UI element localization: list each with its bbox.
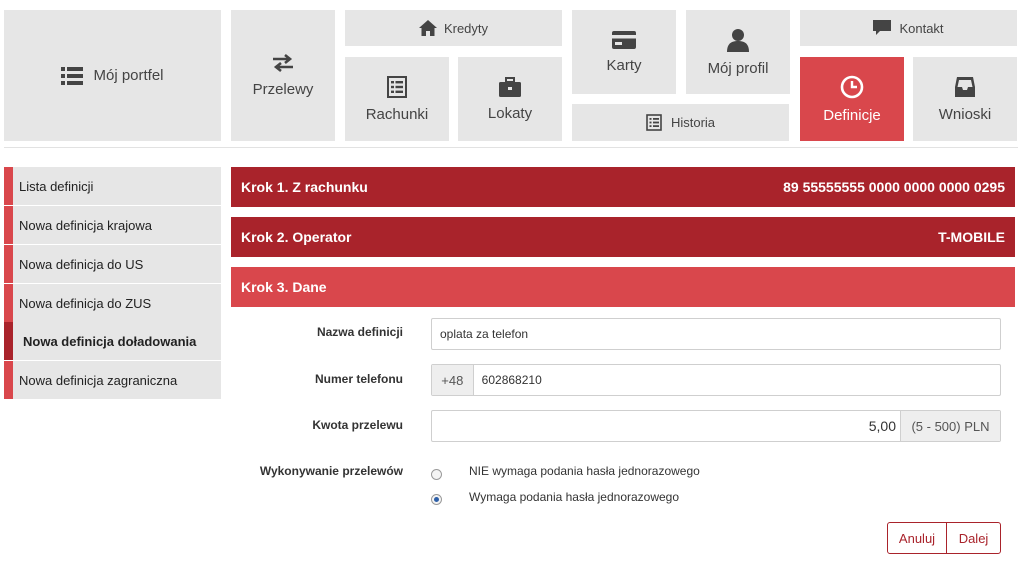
nav-label-wnioski: Wnioski: [938, 105, 992, 123]
sidebar-item-label: Nowa definicja doładowania: [23, 333, 197, 349]
nav-label-kontakt: Kontakt: [899, 20, 944, 36]
list-icon: [61, 66, 84, 85]
radio-otp[interactable]: [431, 494, 442, 505]
radio-otp-label[interactable]: Wymaga podania hasła jednorazowego: [469, 490, 679, 504]
nav-tile-portfel[interactable]: Mój portfel: [4, 10, 221, 141]
radio-no-otp[interactable]: [431, 469, 442, 480]
nav-tile-kredyty[interactable]: Kredyty: [345, 10, 562, 46]
sidebar-item-definicja-zagraniczna[interactable]: Nowa definicja zagraniczna: [4, 361, 221, 399]
step-1-title: Krok 1. Z rachunku: [241, 179, 368, 195]
inbox-icon: [954, 76, 976, 98]
nav-tile-lokaty[interactable]: Lokaty: [458, 57, 562, 141]
credit-card-icon: [612, 30, 636, 49]
sidebar-item-definicja-zus[interactable]: Nowa definicja do ZUS: [4, 284, 221, 322]
transfer-arrows-icon: [271, 53, 295, 73]
nav-tile-wnioski[interactable]: Wnioski: [913, 57, 1017, 141]
amount-label: Kwota przelewu: [312, 418, 403, 432]
next-button[interactable]: Dalej: [946, 522, 1001, 554]
clock-icon: [840, 75, 864, 99]
briefcase-icon: [499, 76, 521, 97]
nav-tile-kontakt[interactable]: Kontakt: [800, 10, 1017, 46]
execution-label: Wykonywanie przelewów: [259, 464, 403, 478]
sidebar-item-label: Lista definicji: [19, 178, 94, 194]
step-3-title: Krok 3. Dane: [241, 279, 327, 295]
sidebar-item-lista-definicji[interactable]: Lista definicji: [4, 167, 221, 205]
nav-tile-karty[interactable]: Karty: [572, 10, 676, 94]
nav-label-lokaty: Lokaty: [487, 104, 533, 122]
nav-label-definicje: Definicje: [823, 106, 881, 124]
history-list-icon: [646, 114, 662, 131]
cancel-button[interactable]: Anuluj: [887, 522, 947, 554]
sidebar-item-definicja-doladowania[interactable]: Nowa definicja doładowania: [4, 322, 221, 360]
nav-tile-rachunki[interactable]: Rachunki: [345, 57, 449, 141]
nav-tile-profil[interactable]: Mój profil: [686, 10, 790, 94]
ledger-icon: [387, 75, 407, 98]
amount-input[interactable]: [432, 411, 900, 441]
nav-tile-przelewy[interactable]: Przelewy: [231, 10, 335, 141]
sidebar-item-definicja-krajowa[interactable]: Nowa definicja krajowa: [4, 206, 221, 244]
user-icon: [727, 28, 749, 52]
nav-tile-definicje[interactable]: Definicje: [800, 57, 904, 141]
nav-label-historia: Historia: [670, 115, 716, 130]
nav-tile-historia[interactable]: Historia: [572, 104, 789, 141]
nav-divider: [4, 147, 1018, 148]
phone-number-field[interactable]: +48: [431, 364, 1001, 396]
definition-name-input[interactable]: [432, 319, 1000, 349]
step-2-operator: T-MOBILE: [938, 229, 1005, 245]
nav-label-przelewy: Przelewy: [252, 81, 314, 98]
sidebar-item-label: Nowa definicja do US: [19, 256, 144, 272]
nav-label-profil: Mój profil: [707, 59, 769, 77]
phone-number-input[interactable]: [473, 365, 1000, 395]
nav-label-rachunki: Rachunki: [365, 105, 429, 123]
sidebar-item-definicja-us[interactable]: Nowa definicja do US: [4, 245, 221, 283]
sidebar-item-label: Nowa definicja krajowa: [19, 217, 152, 233]
phone-prefix: +48: [432, 365, 474, 395]
amount-range: (5 - 500) PLN: [900, 411, 1000, 441]
definition-name-label: Nazwa definicji: [316, 325, 403, 339]
sidebar-item-label: Nowa definicja do ZUS: [19, 295, 152, 311]
chat-bubble-icon: [873, 20, 892, 36]
sidebar-item-label: Nowa definicja zagraniczna: [19, 372, 178, 388]
home-icon: [418, 20, 437, 36]
nav-label-portfel: Mój portfel: [93, 67, 164, 84]
phone-number-label: Numer telefonu: [314, 372, 403, 386]
step-3-header: Krok 3. Dane: [231, 267, 1015, 307]
step-1-account-number: 89 55555555 0000 0000 0000 0295: [783, 179, 1005, 195]
step-2-title: Krok 2. Operator: [241, 229, 352, 245]
amount-field[interactable]: (5 - 500) PLN: [431, 410, 1001, 442]
radio-no-otp-label[interactable]: NIE wymaga podania hasła jednorazowego: [469, 464, 700, 478]
nav-label-kredyty: Kredyty: [443, 20, 489, 36]
definition-name-field[interactable]: [431, 318, 1001, 350]
step-1-header[interactable]: Krok 1. Z rachunku 89 55555555 0000 0000…: [231, 167, 1015, 207]
step-2-header[interactable]: Krok 2. Operator T-MOBILE: [231, 217, 1015, 257]
nav-label-karty: Karty: [606, 56, 642, 74]
